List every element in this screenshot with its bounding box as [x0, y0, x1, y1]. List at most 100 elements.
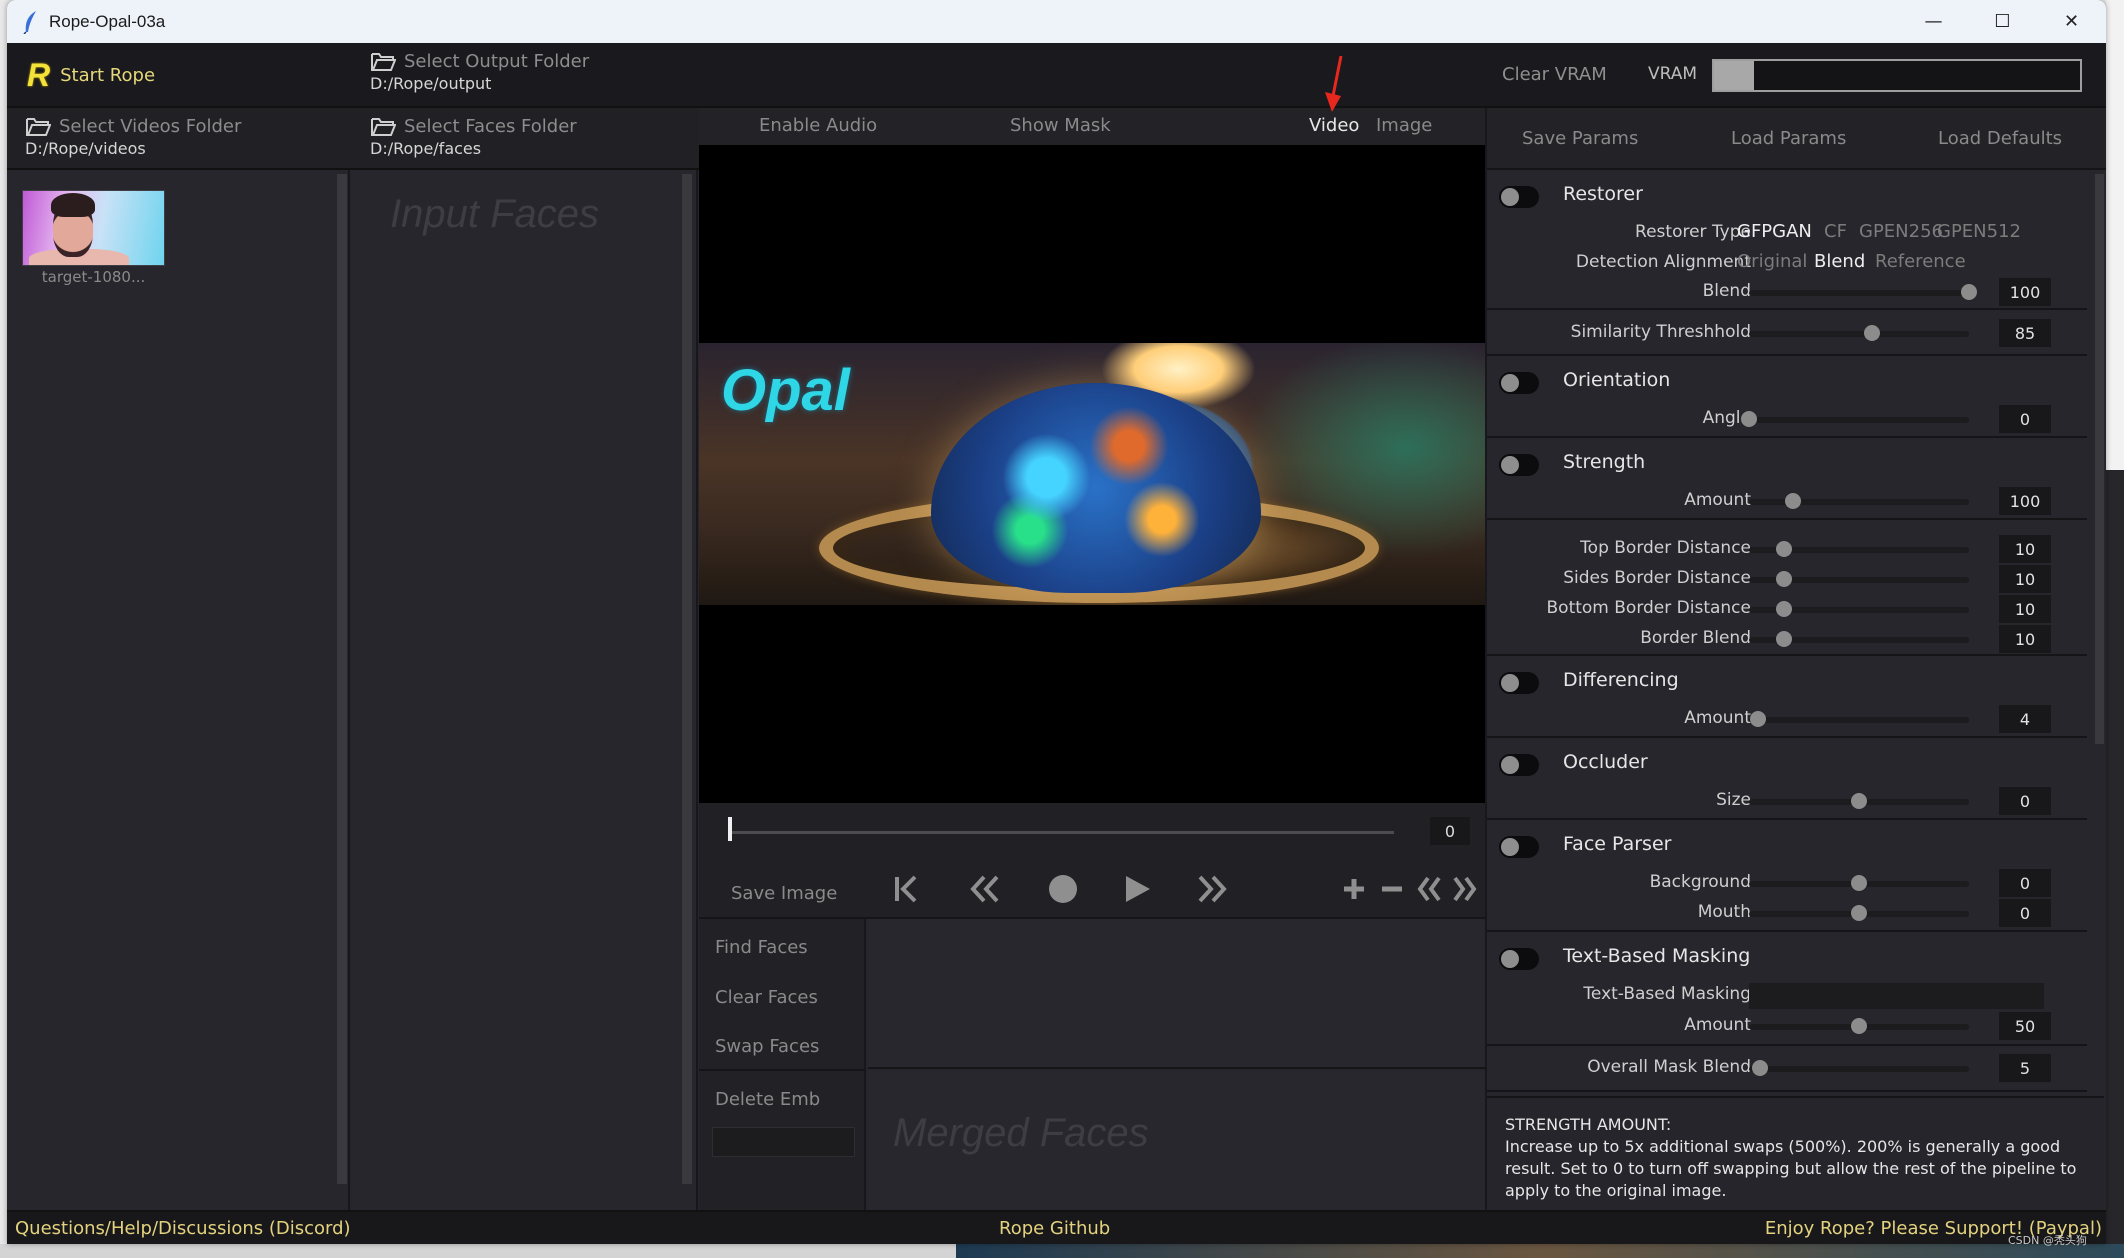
slider-knob[interactable] — [1749, 711, 1766, 727]
find-faces-button[interactable]: Find Faces — [715, 937, 808, 958]
restorer-toggle[interactable] — [1499, 186, 1539, 208]
load-defaults-button[interactable]: Load Defaults — [1938, 128, 2062, 149]
merged-faces-panel: Merged Faces — [868, 1071, 1485, 1210]
select-faces-folder[interactable]: Select Faces Folder D:/Rope/faces — [370, 116, 577, 158]
zoom-out-button[interactable] — [1379, 869, 1405, 909]
first-frame-button[interactable] — [891, 869, 921, 909]
slider-knob[interactable] — [1961, 284, 1977, 300]
seek-handle[interactable] — [728, 817, 732, 841]
differencing-toggle[interactable] — [1499, 672, 1539, 694]
play-button[interactable] — [1121, 869, 1153, 909]
background-value[interactable]: 0 — [1999, 869, 2051, 897]
save-params-button[interactable]: Save Params — [1522, 128, 1638, 149]
forward-button[interactable] — [1194, 869, 1230, 909]
text-masking-amount-slider[interactable] — [1749, 1018, 1969, 1034]
prev-marker-button[interactable] — [1415, 869, 1443, 909]
restorer-type-gpen256[interactable]: GPEN256 — [1859, 221, 1943, 242]
minus-icon — [1382, 886, 1402, 892]
clear-vram-button[interactable]: Clear VRAM — [1502, 64, 1607, 85]
restorer-type-gpen512[interactable]: GPEN512 — [1937, 221, 2021, 242]
face-parser-toggle[interactable] — [1499, 836, 1539, 858]
top-border-slider[interactable] — [1749, 541, 1969, 557]
params-scrollbar[interactable] — [2095, 174, 2104, 744]
next-marker-button[interactable] — [1451, 869, 1479, 909]
slider-knob[interactable] — [1864, 325, 1881, 341]
videos-scrollbar[interactable] — [337, 174, 347, 1184]
mode-video-tab[interactable]: Video — [1309, 115, 1359, 136]
alignment-blend[interactable]: Blend — [1814, 251, 1865, 272]
discord-link[interactable]: Questions/Help/Discussions (Discord) — [15, 1218, 351, 1239]
restorer-blend-slider[interactable] — [1749, 284, 1977, 300]
slider-knob[interactable] — [1776, 541, 1793, 557]
enable-audio-toggle[interactable]: Enable Audio — [759, 115, 877, 136]
rewind-button[interactable] — [967, 869, 1003, 909]
differencing-amount-value[interactable]: 4 — [1999, 705, 2051, 733]
input-faces-scrollbar[interactable] — [682, 174, 692, 1184]
delete-emb-button[interactable]: Delete Emb — [715, 1089, 820, 1110]
border-blend-slider[interactable] — [1749, 631, 1969, 647]
restorer-type-gfpgan[interactable]: GFPGAN — [1737, 221, 1812, 242]
select-videos-folder[interactable]: Select Videos Folder D:/Rope/videos — [25, 116, 241, 158]
mouth-slider[interactable] — [1749, 905, 1969, 921]
angle-value[interactable]: 0 — [1999, 405, 2051, 433]
seek-slider[interactable] — [729, 831, 1394, 834]
bottom-border-value[interactable]: 10 — [1999, 595, 2051, 623]
slider-knob[interactable] — [1752, 1060, 1768, 1076]
slider-knob[interactable] — [1776, 631, 1793, 647]
slider-knob[interactable] — [1851, 1018, 1867, 1034]
record-button[interactable] — [1046, 869, 1080, 909]
similarity-slider[interactable] — [1749, 325, 1969, 341]
frame-number-field[interactable]: 0 — [1430, 817, 1470, 845]
top-border-value[interactable]: 10 — [1999, 535, 2051, 563]
close-button[interactable]: ✕ — [2037, 0, 2106, 43]
video-thumbnail[interactable] — [22, 190, 165, 266]
show-mask-toggle[interactable]: Show Mask — [1010, 115, 1111, 136]
slider-knob[interactable] — [1785, 493, 1801, 509]
select-output-folder[interactable]: Select Output Folder D:/Rope/output — [370, 51, 589, 93]
restorer-blend-value[interactable]: 100 — [1999, 278, 2051, 306]
overall-mask-blend-slider[interactable] — [1749, 1060, 1969, 1076]
text-masking-input[interactable] — [1749, 983, 2044, 1009]
text-masking-toggle[interactable] — [1499, 948, 1539, 970]
overall-mask-blend-value[interactable]: 5 — [1999, 1054, 2051, 1082]
clear-faces-button[interactable]: Clear Faces — [715, 987, 818, 1008]
bottom-border-slider[interactable] — [1749, 601, 1969, 617]
strength-amount-value[interactable]: 100 — [1999, 487, 2051, 515]
border-blend-value[interactable]: 10 — [1999, 625, 2051, 653]
similarity-value[interactable]: 85 — [1999, 319, 2051, 347]
orientation-toggle[interactable] — [1499, 372, 1539, 394]
save-image-button[interactable]: Save Image — [731, 883, 837, 904]
slider-knob[interactable] — [1776, 601, 1793, 617]
occluder-toggle[interactable] — [1499, 754, 1539, 776]
mouth-value[interactable]: 0 — [1999, 899, 2051, 927]
alignment-reference[interactable]: Reference — [1875, 251, 1966, 272]
background-slider[interactable] — [1749, 875, 1969, 891]
sides-border-slider[interactable] — [1749, 571, 1969, 587]
differencing-amount-slider[interactable] — [1749, 711, 1969, 727]
slider-knob[interactable] — [1851, 793, 1867, 809]
slider-knob[interactable] — [1741, 411, 1757, 427]
occluder-size-slider[interactable] — [1749, 793, 1969, 809]
start-rope-button[interactable]: R Start Rope — [27, 57, 155, 94]
alignment-original[interactable]: Original — [1737, 251, 1807, 272]
double-chevron-left-icon — [1417, 876, 1441, 902]
video-preview[interactable]: Opal — [699, 145, 1485, 803]
slider-knob[interactable] — [1851, 875, 1867, 891]
angle-slider[interactable] — [1741, 411, 1969, 427]
text-masking-amount-value[interactable]: 50 — [1999, 1012, 2051, 1040]
occluder-size-value[interactable]: 0 — [1999, 787, 2051, 815]
mode-image-tab[interactable]: Image — [1376, 115, 1432, 136]
slider-knob[interactable] — [1776, 571, 1793, 587]
slider-knob[interactable] — [1851, 905, 1867, 921]
maximize-button[interactable]: ☐ — [1968, 0, 2037, 43]
minimize-button[interactable]: — — [1899, 0, 1968, 43]
embedding-name-input[interactable] — [712, 1127, 855, 1157]
sides-border-value[interactable]: 10 — [1999, 565, 2051, 593]
swap-faces-button[interactable]: Swap Faces — [715, 1036, 819, 1057]
restorer-type-cf[interactable]: CF — [1824, 221, 1847, 242]
load-params-button[interactable]: Load Params — [1731, 128, 1846, 149]
strength-amount-slider[interactable] — [1749, 493, 1969, 509]
zoom-in-button[interactable] — [1341, 869, 1367, 909]
strength-toggle[interactable] — [1499, 454, 1539, 476]
github-link[interactable]: Rope Github — [999, 1218, 1110, 1239]
